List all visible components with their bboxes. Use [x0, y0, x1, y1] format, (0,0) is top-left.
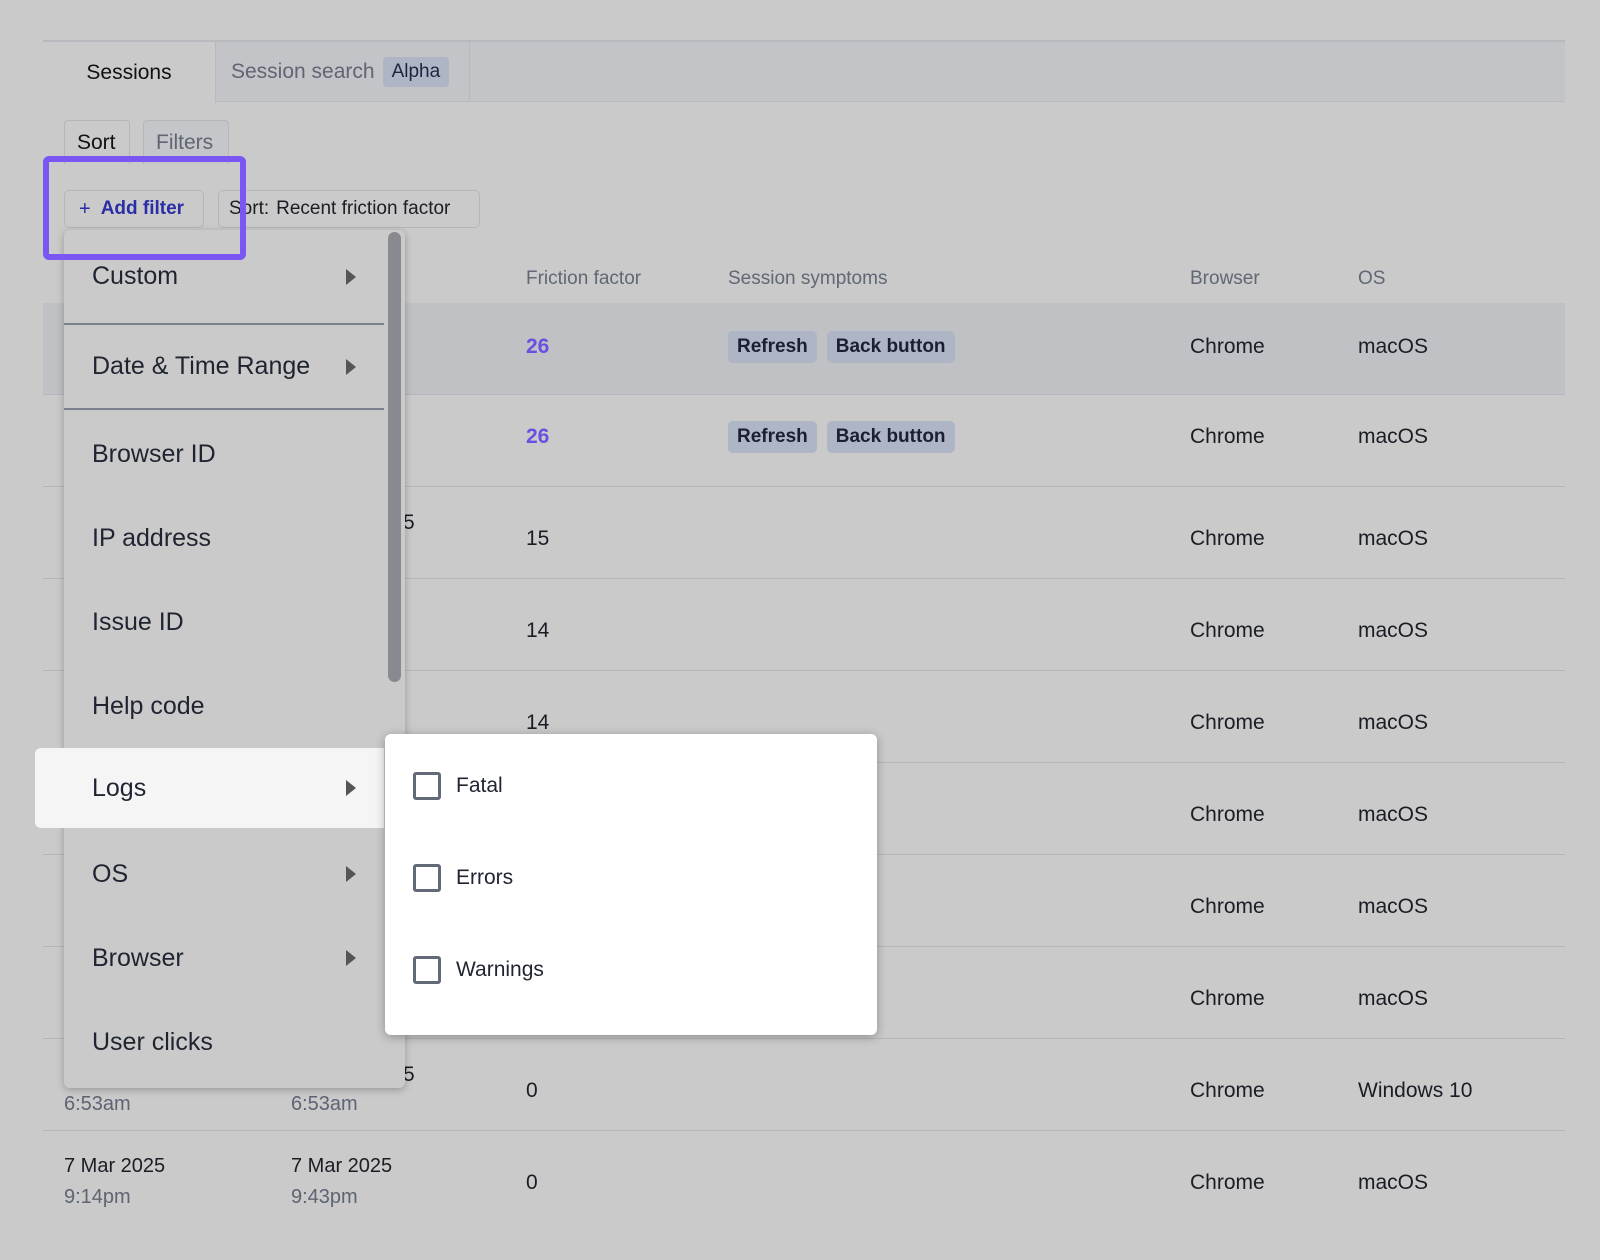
header-os: OS — [1358, 268, 1386, 289]
option-label: Warnings — [456, 958, 544, 981]
os-cell: macOS — [1358, 895, 1429, 918]
end-date-cell: 7 Mar 2025 9:43pm — [291, 1155, 392, 1209]
friction-factor-value: 0 — [526, 1079, 538, 1102]
alpha-badge: Alpha — [382, 57, 450, 87]
warnings-checkbox[interactable] — [413, 956, 441, 984]
menu-item-logs[interactable]: Logs — [35, 748, 384, 828]
browser-cell: Chrome — [1190, 987, 1265, 1010]
menu-item-label: Help code — [92, 691, 205, 720]
menu-item-label: Issue ID — [92, 607, 184, 636]
start-time: 6:53am — [64, 1093, 131, 1115]
start-time: 9:14pm — [64, 1186, 131, 1208]
menu-item-os[interactable]: OS — [64, 832, 384, 916]
os-cell: macOS — [1358, 803, 1429, 826]
caret-right-icon — [346, 866, 356, 882]
fatal-checkbox[interactable] — [413, 772, 441, 800]
browser-cell: Chrome — [1190, 1171, 1265, 1194]
add-filter-menu: Custom Date & Time Range Browser ID IP a… — [35, 230, 405, 1088]
browser-cell: Chrome — [1190, 527, 1265, 550]
friction-factor-value[interactable]: 26 — [526, 425, 549, 449]
tab-session-search-label: Session search — [231, 60, 375, 83]
plus-icon: + — [79, 197, 91, 220]
friction-factor-value: 14 — [526, 711, 550, 734]
header-friction-factor[interactable]: Friction factor — [526, 268, 641, 290]
browser-cell: Chrome — [1190, 803, 1265, 826]
browser-cell: Chrome — [1190, 335, 1265, 358]
menu-item-help-code[interactable]: Help code — [64, 664, 384, 748]
sort-chip[interactable]: Sort: Recent friction factor — [218, 190, 480, 228]
option-label: Errors — [456, 866, 514, 889]
browser-cell: Chrome — [1190, 425, 1265, 448]
option-errors[interactable]: Errors — [413, 864, 513, 892]
menu-item-label: Browser ID — [92, 439, 216, 468]
start-date-cell: 7 Mar 2025 9:14pm — [64, 1155, 165, 1209]
menu-item-user-clicks[interactable]: User clicks — [64, 1000, 384, 1084]
logs-submenu: Fatal Errors Warnings — [385, 734, 877, 1035]
option-label: Fatal — [456, 774, 503, 797]
sort-toggle-button[interactable]: Sort — [64, 120, 130, 164]
menu-item-label: User clicks — [92, 1027, 213, 1056]
caret-right-icon — [346, 358, 356, 375]
sort-chip-key: Sort: — [229, 198, 270, 219]
tab-session-search[interactable]: Session search Alpha — [216, 42, 470, 102]
end-time: 6:53am — [291, 1093, 358, 1115]
friction-factor-value[interactable]: 26 — [526, 335, 549, 359]
browser-cell: Chrome — [1190, 1079, 1265, 1102]
caret-right-icon — [346, 268, 356, 285]
friction-factor-value: 15 — [526, 527, 550, 550]
sort-chip-value: Recent friction factor — [276, 198, 451, 219]
os-cell: macOS — [1358, 335, 1429, 358]
symptom-chip: Refresh — [728, 421, 817, 453]
browser-cell: Chrome — [1190, 711, 1265, 734]
tab-sessions[interactable]: Sessions — [43, 42, 216, 103]
symptom-chip: Back button — [826, 331, 955, 363]
menu-item-label: Custom — [92, 262, 179, 290]
option-fatal[interactable]: Fatal — [413, 772, 503, 800]
caret-right-icon — [346, 950, 356, 966]
session-symptoms: Refresh Back button — [728, 421, 965, 453]
menu-item-label: Date & Time Range — [92, 352, 311, 380]
browser-cell: Chrome — [1190, 895, 1265, 918]
symptom-chip: Back button — [826, 421, 955, 453]
menu-item-custom[interactable]: Custom — [64, 230, 384, 325]
symptom-chip: Refresh — [728, 331, 817, 363]
add-filter-label: Add filter — [100, 198, 185, 219]
menu-scrollbar[interactable] — [388, 232, 401, 682]
os-cell: Windows 10 — [1358, 1079, 1473, 1102]
start-date: 7 Mar 2025 — [64, 1155, 166, 1177]
friction-factor-value: 14 — [526, 619, 550, 642]
table-row[interactable]: 7 Mar 2025 9:14pm 7 Mar 2025 9:43pm 0 Ch… — [43, 1131, 1565, 1223]
caret-right-icon — [346, 780, 356, 796]
os-cell: macOS — [1358, 711, 1429, 734]
add-filter-button[interactable]: + Add filter — [64, 190, 204, 228]
menu-item-date-time-range[interactable]: Date & Time Range — [64, 325, 384, 410]
friction-factor-value: 0 — [526, 1171, 538, 1194]
menu-item-label: OS — [92, 859, 129, 888]
menu-item-browser-id[interactable]: Browser ID — [64, 412, 384, 496]
tab-sessions-label: Sessions — [86, 60, 172, 84]
option-warnings[interactable]: Warnings — [413, 956, 544, 984]
header-browser: Browser — [1190, 268, 1260, 289]
menu-item-browser[interactable]: Browser — [64, 916, 384, 1000]
menu-item-label: IP address — [92, 523, 212, 552]
menu-item-ip-address[interactable]: IP address — [64, 496, 384, 580]
end-time: 9:43pm — [291, 1186, 358, 1208]
end-date: 7 Mar 2025 — [291, 1155, 393, 1177]
os-cell: macOS — [1358, 425, 1429, 448]
os-cell: macOS — [1358, 987, 1429, 1010]
menu-item-issue-id[interactable]: Issue ID — [64, 580, 384, 664]
menu-item-label: Browser — [92, 943, 184, 972]
filters-toggle-button[interactable]: Filters — [143, 120, 229, 164]
os-cell: macOS — [1358, 619, 1429, 642]
os-cell: macOS — [1358, 1171, 1429, 1194]
browser-cell: Chrome — [1190, 619, 1265, 642]
header-session-symptoms: Session symptoms — [728, 268, 888, 289]
tab-bar: Sessions Session search Alpha — [43, 40, 1565, 103]
session-symptoms: Refresh Back button — [728, 331, 965, 363]
errors-checkbox[interactable] — [413, 864, 441, 892]
menu-item-label: Logs — [92, 773, 147, 802]
os-cell: macOS — [1358, 527, 1429, 550]
